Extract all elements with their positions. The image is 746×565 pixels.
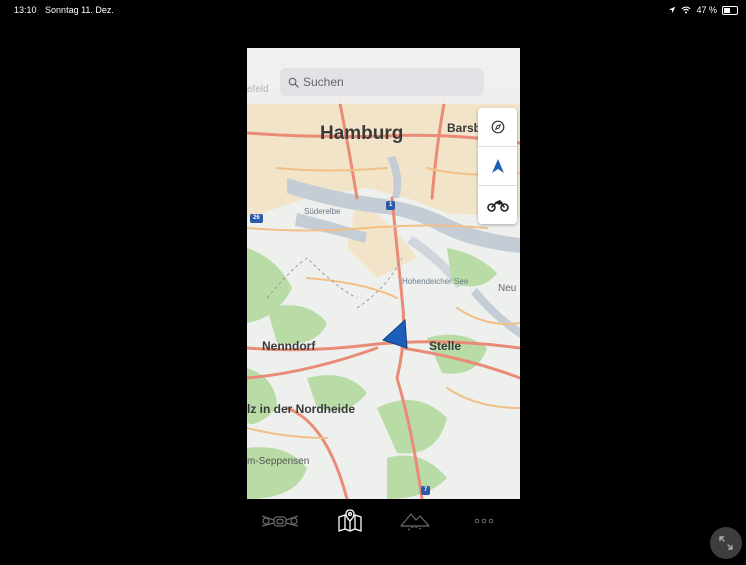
navigation-arrow-icon: [491, 159, 504, 173]
more-icon: [474, 518, 494, 524]
status-bar: 13:10 Sonntag 11. Dez. 47 %: [0, 0, 746, 24]
status-right: 47 %: [668, 5, 738, 15]
motorcycle-icon: [486, 200, 509, 212]
nav-more-button[interactable]: [469, 505, 499, 537]
search-bar: efeld Suchen: [247, 48, 520, 104]
battery-percent: 47 %: [696, 5, 717, 15]
map-label-seppensen: m-Seppensen: [247, 456, 310, 467]
road-shield-7: 7: [421, 486, 431, 495]
map-label-nenndorf: Nenndorf: [262, 339, 316, 353]
navigation-button[interactable]: [478, 147, 517, 186]
bottom-nav: [247, 499, 520, 547]
compass-icon: [491, 120, 504, 134]
map-label-stelle: Stelle: [429, 339, 462, 353]
map-icon: [338, 509, 362, 532]
road-shield-26: 26: [250, 214, 263, 223]
map-label-hamburg: Hamburg: [320, 123, 404, 144]
nav-mountain-button[interactable]: [397, 505, 433, 537]
battery-icon: [722, 5, 738, 15]
app-window: Hamburg Barsb Süderelbe Hohendeicher See…: [247, 48, 520, 499]
status-date: Sonntag 11. Dez.: [45, 5, 114, 15]
status-left: 13:10 Sonntag 11. Dez.: [14, 5, 120, 15]
motorcycle-front-icon: [261, 515, 299, 527]
expand-button[interactable]: [710, 527, 742, 559]
expand-arrows-icon: [719, 536, 733, 550]
map-label-suderelbe: Süderelbe: [304, 207, 341, 216]
mountain-icon: [400, 513, 430, 531]
map-label-efeld: efeld: [247, 84, 269, 95]
vehicle-button[interactable]: [478, 186, 517, 224]
map-label-neu: Neu: [498, 283, 517, 294]
map-label-barsb: Barsb: [447, 121, 482, 135]
nav-map-button[interactable]: [335, 505, 365, 537]
nav-motorcycle-button[interactable]: [257, 505, 303, 537]
status-time: 13:10: [14, 5, 37, 15]
search-input[interactable]: Suchen: [280, 68, 484, 96]
map-toolstrip: [478, 108, 517, 224]
map-label-nordheide: lz in der Nordheide: [247, 402, 356, 416]
location-icon: [669, 6, 676, 14]
map-label-hohendeicher-see: Hohendeicher See: [402, 277, 469, 286]
road-shield-1: 1: [386, 201, 396, 210]
compass-button[interactable]: [478, 108, 517, 147]
search-placeholder: Suchen: [303, 75, 344, 89]
wifi-icon: [681, 6, 692, 14]
search-icon: [288, 77, 299, 88]
